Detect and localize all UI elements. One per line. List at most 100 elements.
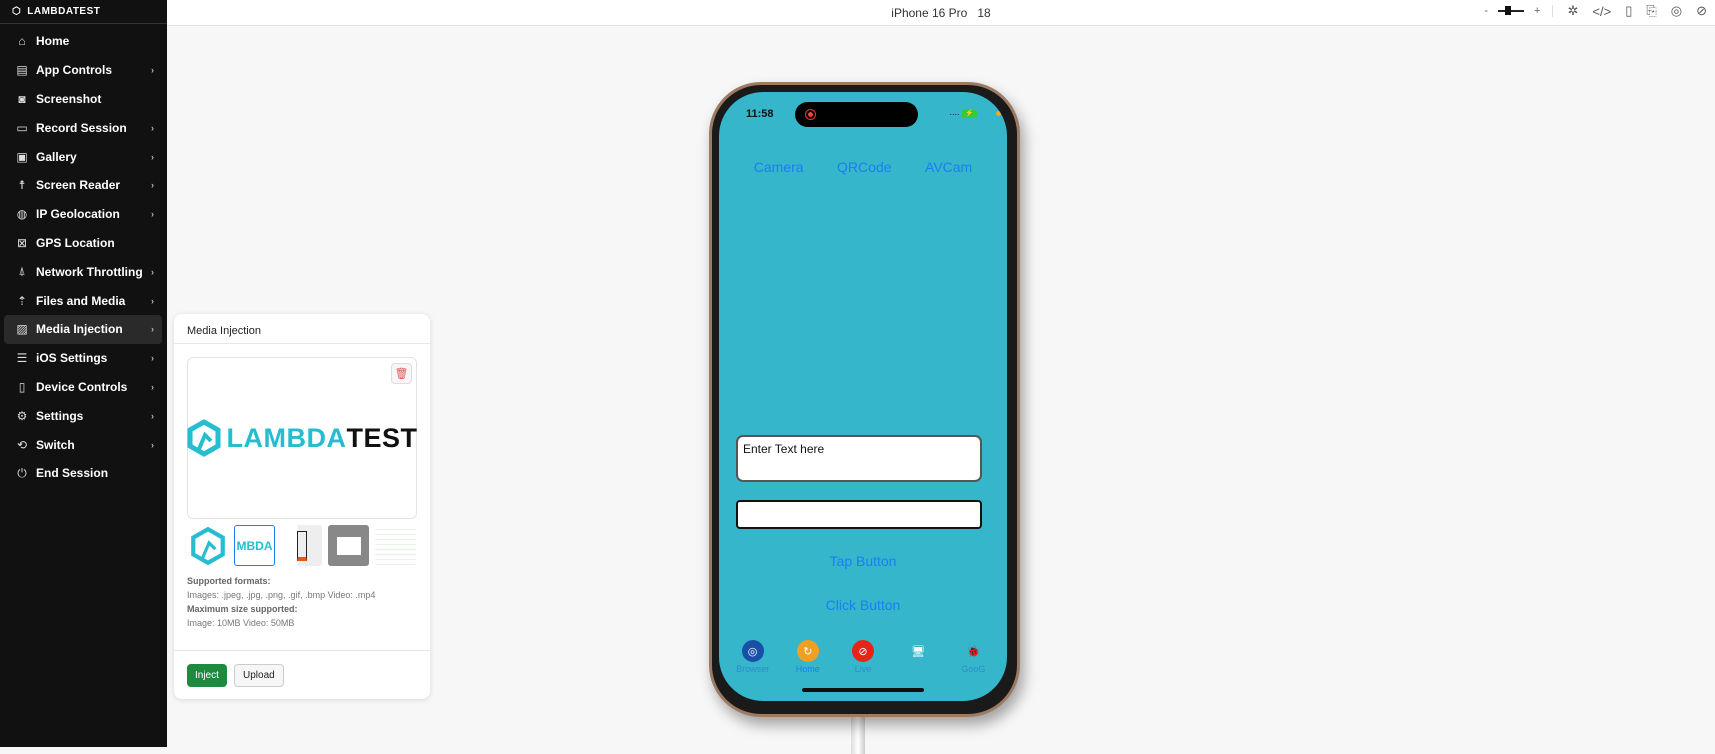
preview-image: LAMBDA TEST bbox=[187, 419, 418, 457]
home-icon: ⌂ bbox=[18, 34, 26, 49]
thumbnail[interactable] bbox=[375, 525, 416, 566]
sidebar-item-ip-geolocation[interactable]: ◍ IP Geolocation › bbox=[4, 200, 162, 229]
sidebar-item-home[interactable]: ⌂ Home bbox=[4, 27, 162, 56]
thumbnail[interactable] bbox=[281, 525, 322, 566]
chevron-right-icon: › bbox=[151, 295, 154, 306]
chevron-right-icon: › bbox=[151, 324, 154, 335]
sidebar-item-device-controls[interactable]: ▯ Device Controls › bbox=[4, 373, 162, 402]
home-indicator bbox=[802, 688, 924, 692]
code-icon[interactable]: </> bbox=[1592, 4, 1611, 19]
media-injection-icon: ▨ bbox=[16, 322, 28, 337]
tab-home[interactable]: ↻ Home bbox=[780, 640, 835, 674]
sidebar-item-settings[interactable]: ⚙ Settings › bbox=[4, 401, 162, 430]
avcam-link[interactable]: AVCam bbox=[925, 159, 972, 175]
dynamic-island bbox=[795, 102, 918, 127]
media-preview: 🗑 LAMBDA TEST bbox=[187, 357, 417, 519]
power-icon: ⏻ bbox=[17, 465, 27, 480]
tab-icon: ⊘ bbox=[852, 640, 874, 662]
status-time: 11:58 bbox=[746, 108, 774, 120]
map-icon: ⊠ bbox=[16, 235, 28, 250]
sidebar-item-screen-reader[interactable]: ☨ Screen Reader › bbox=[4, 171, 162, 200]
chevron-right-icon: › bbox=[151, 151, 154, 162]
status-icons: .... ⚡ bbox=[949, 107, 977, 118]
tab-icon: ◎ bbox=[741, 640, 764, 662]
tab-browser[interactable]: ◎ Browser bbox=[725, 640, 780, 674]
app-controls-icon: ▤ bbox=[16, 63, 28, 78]
rotate-device-icon[interactable]: ▯ bbox=[1625, 3, 1632, 19]
tab-goog[interactable]: 🐞 GooG bbox=[946, 640, 1001, 675]
sidebar-item-ios-settings[interactable]: ☰ iOS Settings › bbox=[4, 344, 162, 373]
gallery-icon: ▣ bbox=[16, 149, 28, 164]
sidebar-item-switch[interactable]: ⟲ Switch › bbox=[4, 430, 162, 459]
charging-cable bbox=[851, 714, 865, 754]
tab-live[interactable]: ⊘ Live bbox=[835, 640, 890, 674]
lambdatest-logo-icon: ⬡ bbox=[12, 6, 22, 17]
qrcode-link[interactable]: QRCode bbox=[837, 159, 891, 175]
video-icon: ▭ bbox=[16, 120, 28, 135]
sidebar-item-gallery[interactable]: ▣ Gallery › bbox=[4, 142, 162, 171]
chevron-right-icon: › bbox=[151, 65, 154, 76]
lambdatest-logo-icon bbox=[187, 419, 220, 457]
upload-icon: ⇡ bbox=[16, 293, 28, 308]
tab-bar: ◎ Browser ↻ Home ⊘ Live 🖥 🐞 GooG bbox=[719, 640, 1007, 674]
accessibility-icon: ☨ bbox=[18, 178, 26, 193]
inspect-icon[interactable]: ⎘ bbox=[1646, 3, 1656, 19]
sidebar-item-gps-location[interactable]: ⊠ GPS Location bbox=[4, 229, 162, 258]
second-text-input[interactable] bbox=[736, 500, 982, 529]
thumbnail[interactable] bbox=[328, 525, 369, 566]
top-toolbar: iPhone 16 Pro 18 - + ✲ </> ▯ ⎘ ◎ ⊘ bbox=[167, 0, 1715, 26]
device-icon: ▯ bbox=[18, 379, 26, 394]
device-screen[interactable]: 11:58 .... ⚡ Camera QRCode AVCam Enter T… bbox=[719, 92, 1007, 701]
sidebar-item-screenshot[interactable]: ◙ Screenshot bbox=[4, 85, 162, 114]
gear-icon: ⚙ bbox=[16, 408, 28, 423]
panel-title: Media Injection bbox=[174, 314, 430, 344]
zoom-out-button[interactable]: - bbox=[1484, 5, 1488, 17]
sidebar-item-end-session[interactable]: ⏻ End Session bbox=[4, 459, 162, 488]
switch-icon: ⟲ bbox=[16, 437, 28, 452]
format-info: Supported formats: Images: .jpeg, .jpg, .… bbox=[187, 576, 376, 628]
sidebar-nav: ⌂ Home ▤ App Controls › ◙ Screenshot ▭ Record Se… bbox=[0, 24, 167, 488]
chevron-right-icon: › bbox=[151, 122, 154, 133]
chevron-right-icon: › bbox=[151, 381, 154, 392]
chevron-right-icon: › bbox=[151, 266, 154, 277]
chevron-right-icon: › bbox=[151, 209, 154, 220]
zoom-slider[interactable]: - + bbox=[1484, 5, 1554, 17]
tab-icon: 🖥 bbox=[911, 645, 926, 658]
performance-icon[interactable]: ⊘ bbox=[1696, 3, 1707, 19]
media-injection-panel: Media Injection 🗑 LAMBDA TEST MBDA Suppor… bbox=[174, 314, 430, 699]
globe-icon: ◍ bbox=[16, 207, 28, 222]
sidebar-item-files-and-media[interactable]: ⇡ Files and Media › bbox=[4, 286, 162, 315]
sidebar-item-media-injection[interactable]: ▨ Media Injection › bbox=[4, 314, 162, 344]
network-inspect-icon[interactable]: ◎ bbox=[1671, 3, 1682, 19]
text-input[interactable]: Enter Text here bbox=[736, 435, 982, 482]
tab-icon: 🐞 bbox=[966, 645, 981, 658]
chevron-right-icon: › bbox=[151, 410, 154, 421]
sliders-icon: ☰ bbox=[16, 351, 28, 366]
brand-logo: ⬡ LAMBDATEST bbox=[0, 0, 167, 24]
tab-monitor[interactable]: 🖥 bbox=[891, 640, 946, 674]
upload-button[interactable]: Upload bbox=[234, 664, 284, 687]
click-button[interactable]: Click Button bbox=[719, 597, 1007, 613]
chevron-right-icon: › bbox=[151, 439, 154, 450]
battery-icon: ⚡ bbox=[962, 110, 977, 118]
tab-icon: ↻ bbox=[796, 640, 819, 662]
bug-icon[interactable]: ✲ bbox=[1567, 3, 1578, 19]
camera-icon: ◙ bbox=[18, 91, 26, 106]
tap-button[interactable]: Tap Button bbox=[719, 553, 1007, 569]
sidebar: ⬡ LAMBDATEST ⌂ Home ▤ App Controls › ◙ Screensh… bbox=[0, 0, 167, 747]
zoom-in-button[interactable]: + bbox=[1534, 5, 1540, 17]
privacy-dot bbox=[996, 111, 1001, 116]
sidebar-item-network-throttling[interactable]: ⍋ Network Throttling › bbox=[4, 257, 162, 286]
thumbnail[interactable] bbox=[187, 525, 228, 566]
trash-icon: 🗑 bbox=[394, 368, 409, 380]
recording-indicator-icon bbox=[805, 109, 816, 120]
chevron-right-icon: › bbox=[151, 180, 154, 191]
delete-button[interactable]: 🗑 bbox=[391, 363, 412, 384]
sidebar-item-app-controls[interactable]: ▤ App Controls › bbox=[4, 56, 162, 85]
inject-button[interactable]: Inject bbox=[187, 664, 227, 687]
camera-link[interactable]: Camera bbox=[754, 159, 804, 175]
sidebar-item-record-session[interactable]: ▭ Record Session › bbox=[4, 113, 162, 142]
thumbnail-selected[interactable]: MBDA bbox=[234, 525, 275, 566]
antenna-icon: ⍋ bbox=[18, 264, 26, 279]
device-title: iPhone 16 Pro 18 bbox=[891, 6, 991, 20]
